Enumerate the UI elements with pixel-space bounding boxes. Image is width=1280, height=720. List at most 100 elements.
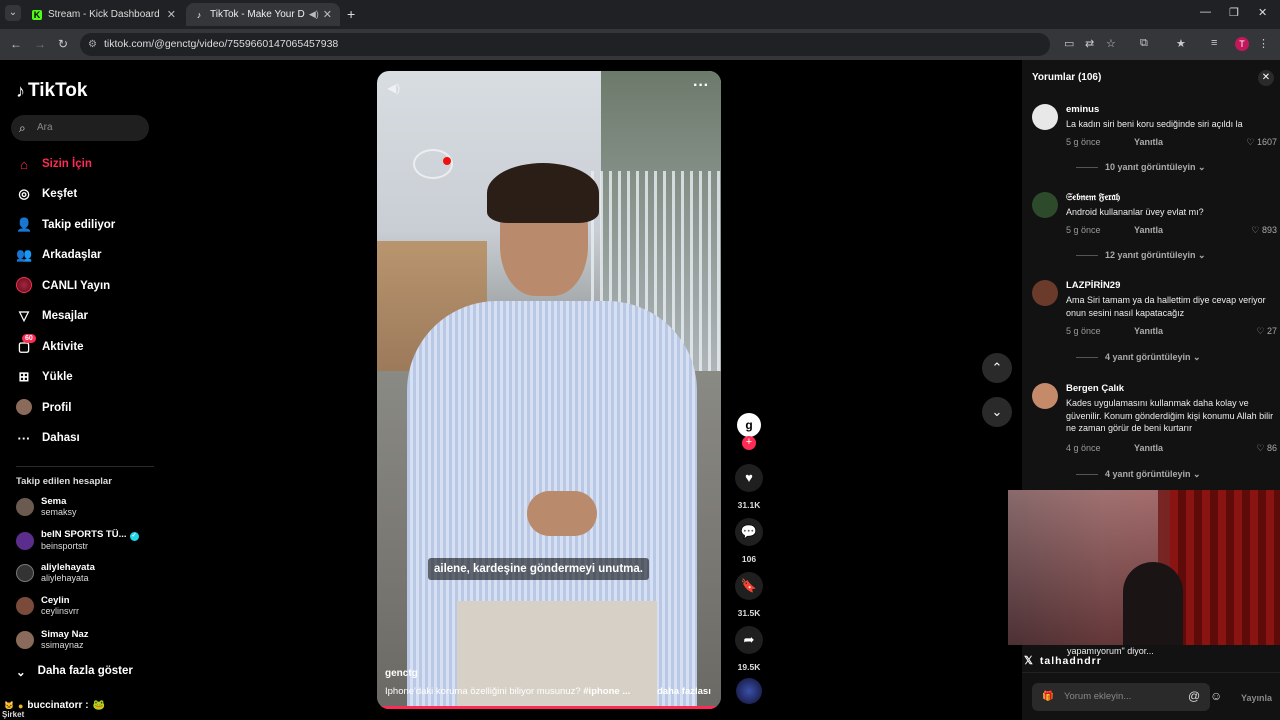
- comment-author[interactable]: eminus: [1066, 104, 1099, 115]
- sidebar-item-label: Takip ediliyor: [42, 219, 116, 231]
- show-more-button[interactable]: ⌄ Daha fazla göster: [16, 665, 133, 679]
- site-info-icon[interactable]: ⚙: [88, 33, 97, 56]
- close-tab-icon[interactable]: ✕: [323, 8, 332, 21]
- mention-icon[interactable]: @: [1188, 689, 1200, 703]
- followed-account[interactable]: Ceylin ceylinsvrr: [16, 595, 79, 617]
- comment-icon[interactable]: 💬: [735, 518, 763, 546]
- sidebar-item-live[interactable]: CANLI Yayın: [16, 276, 110, 296]
- avatar[interactable]: [1032, 192, 1058, 218]
- cast-icon[interactable]: ▭: [1064, 37, 1074, 50]
- reply-button[interactable]: Yanıtla: [1134, 225, 1163, 235]
- webcam-background: [1170, 490, 1280, 645]
- followed-account[interactable]: Sema semaksy: [16, 496, 77, 518]
- translate-icon[interactable]: ⇄: [1085, 37, 1094, 50]
- sidebar-item-upload[interactable]: ⊞ Yükle: [16, 367, 73, 387]
- followed-account[interactable]: aliylehayata aliylehayata: [16, 562, 95, 584]
- video-author[interactable]: genctg: [385, 668, 418, 679]
- divider: [16, 466, 154, 467]
- tab-search-icon[interactable]: ⌄: [5, 5, 21, 21]
- author-avatar[interactable]: g: [737, 413, 761, 437]
- description-text: Iphone'daki koruma özelliğini biliyor mu…: [385, 686, 581, 697]
- media-control-icon[interactable]: ≡: [1211, 37, 1217, 49]
- bookmark-icon[interactable]: 🔖: [735, 572, 763, 600]
- previous-video-button[interactable]: ⌃: [982, 353, 1012, 383]
- bookmark-star-icon[interactable]: ☆: [1106, 37, 1116, 50]
- url-bar[interactable]: ⚙ tiktok.com/@genctg/video/7559660147065…: [80, 33, 1050, 56]
- comment-text: Kades uygulamasını kullanmak daha kolay …: [1066, 398, 1274, 433]
- forward-icon[interactable]: →: [34, 37, 46, 51]
- hashtag-link[interactable]: #iphone: [583, 686, 619, 697]
- minimize-icon[interactable]: —: [1200, 6, 1211, 18]
- sidebar-item-friends[interactable]: 👥 Arkadaşlar: [16, 245, 101, 265]
- post-button[interactable]: Yayınla: [1241, 693, 1272, 703]
- video-progress-bar[interactable]: [377, 706, 721, 709]
- extensions-icon[interactable]: ⧉: [1140, 37, 1148, 50]
- comment-like[interactable]: ♡ 27: [1256, 326, 1277, 337]
- comment-like[interactable]: ♡ 1607: [1246, 137, 1277, 148]
- video-person: [527, 491, 597, 536]
- account-handle: ssimaynaz: [41, 640, 84, 650]
- speaker-icon[interactable]: ◀): [309, 9, 319, 20]
- tiktok-logo[interactable]: ♪ TikTok: [16, 80, 87, 102]
- sidebar-item-for-you[interactable]: ⌂ Sizin İçin: [16, 154, 92, 174]
- sidebar-item-label: Aktivite: [42, 341, 84, 353]
- comment-author[interactable]: LAZPİRİN29: [1066, 280, 1120, 291]
- restore-icon[interactable]: ❐: [1229, 6, 1239, 19]
- chat-label: Şirket: [2, 710, 25, 719]
- account-name: aliylehayata: [41, 562, 95, 573]
- heart-icon: ♡: [1251, 225, 1260, 235]
- view-replies-label: 4 yanıt görüntüleyin: [1105, 469, 1191, 479]
- reply-button[interactable]: Yanıtla: [1134, 326, 1163, 336]
- followed-account[interactable]: Simay Naz ssimaynaz: [16, 629, 89, 651]
- new-tab-button[interactable]: +: [347, 6, 355, 22]
- close-icon[interactable]: ✕: [1258, 70, 1274, 86]
- share-icon[interactable]: ➦: [735, 626, 763, 654]
- sidebar-item-following[interactable]: 👤 Takip ediliyor: [16, 215, 115, 235]
- view-replies-button[interactable]: 10 yanıt görüntüleyin ⌄: [1076, 162, 1206, 173]
- view-replies-button[interactable]: 12 yanıt görüntüleyin ⌄: [1076, 250, 1206, 261]
- close-window-icon[interactable]: ✕: [1258, 6, 1267, 19]
- close-tab-icon[interactable]: ✕: [167, 8, 176, 21]
- followed-accounts-title: Takip edilen hesaplar: [16, 476, 112, 487]
- avatar[interactable]: [1032, 383, 1058, 409]
- like-icon[interactable]: ♥: [735, 464, 763, 492]
- sidebar-item-profile[interactable]: Profil: [16, 398, 71, 418]
- next-video-button[interactable]: ⌄: [982, 397, 1012, 427]
- volume-icon[interactable]: ◀): [387, 81, 400, 95]
- video-player[interactable]: ◀) ··· ailene, kardeşine göndermeyi unut…: [377, 71, 721, 709]
- comment-author[interactable]: 𝔖𝔢𝔟𝔫𝔢𝔪 𝔉𝔢𝔯𝔞𝔥: [1066, 192, 1120, 203]
- favorites-icon[interactable]: ★: [1176, 37, 1186, 50]
- channel-watermark: [443, 157, 451, 165]
- sidebar-item-more[interactable]: ··· Dahası: [16, 428, 80, 448]
- tab-kick-dashboard[interactable]: K Stream - Kick Dashboard ✕: [24, 3, 184, 26]
- progress-fill: [377, 706, 716, 709]
- profile-avatar[interactable]: T: [1235, 37, 1249, 51]
- follow-plus-icon[interactable]: +: [742, 436, 756, 450]
- music-disc-icon[interactable]: [736, 678, 762, 704]
- reply-button[interactable]: Yanıtla: [1134, 137, 1163, 147]
- back-icon[interactable]: ←: [10, 37, 22, 51]
- reload-icon[interactable]: ↻: [58, 37, 68, 51]
- gift-icon[interactable]: 🎁: [1042, 683, 1054, 711]
- tab-tiktok[interactable]: ♪ TikTok - Make Your Day ◀) ✕: [186, 3, 340, 26]
- like-count: 31.1K: [737, 500, 761, 510]
- search-input[interactable]: ⌕ Ara: [11, 115, 149, 141]
- view-replies-button[interactable]: 4 yanıt görüntüleyin ⌄: [1076, 469, 1201, 480]
- comment-like[interactable]: ♡ 86: [1256, 443, 1277, 454]
- comment-input[interactable]: 🎁 Yorum ekleyin...: [1032, 683, 1210, 711]
- avatar[interactable]: [1032, 104, 1058, 130]
- avatar[interactable]: [1032, 280, 1058, 306]
- more-options-icon[interactable]: ···: [693, 77, 709, 95]
- comment-like[interactable]: ♡ 893: [1251, 225, 1277, 236]
- sidebar-item-activity[interactable]: ▢ 60 Aktivite: [16, 334, 84, 357]
- reply-button[interactable]: Yanıtla: [1134, 443, 1163, 453]
- more-description-button[interactable]: daha fazlası: [657, 686, 711, 697]
- comment-author[interactable]: Bergen Çalık: [1066, 383, 1124, 394]
- followed-account[interactable]: beIN SPORTS TÜ... ✓ beinsportstr: [16, 529, 139, 552]
- emoji-icon[interactable]: ☺: [1210, 689, 1222, 703]
- view-replies-button[interactable]: 4 yanıt görüntüleyin ⌄: [1076, 352, 1201, 363]
- browser-menu-icon[interactable]: ⋮: [1258, 37, 1269, 50]
- sidebar-item-messages[interactable]: ▽ Mesajlar: [16, 306, 88, 326]
- sidebar-item-explore[interactable]: ◎ Keşfet: [16, 184, 77, 204]
- tab-title: TikTok - Make Your Day: [210, 9, 305, 20]
